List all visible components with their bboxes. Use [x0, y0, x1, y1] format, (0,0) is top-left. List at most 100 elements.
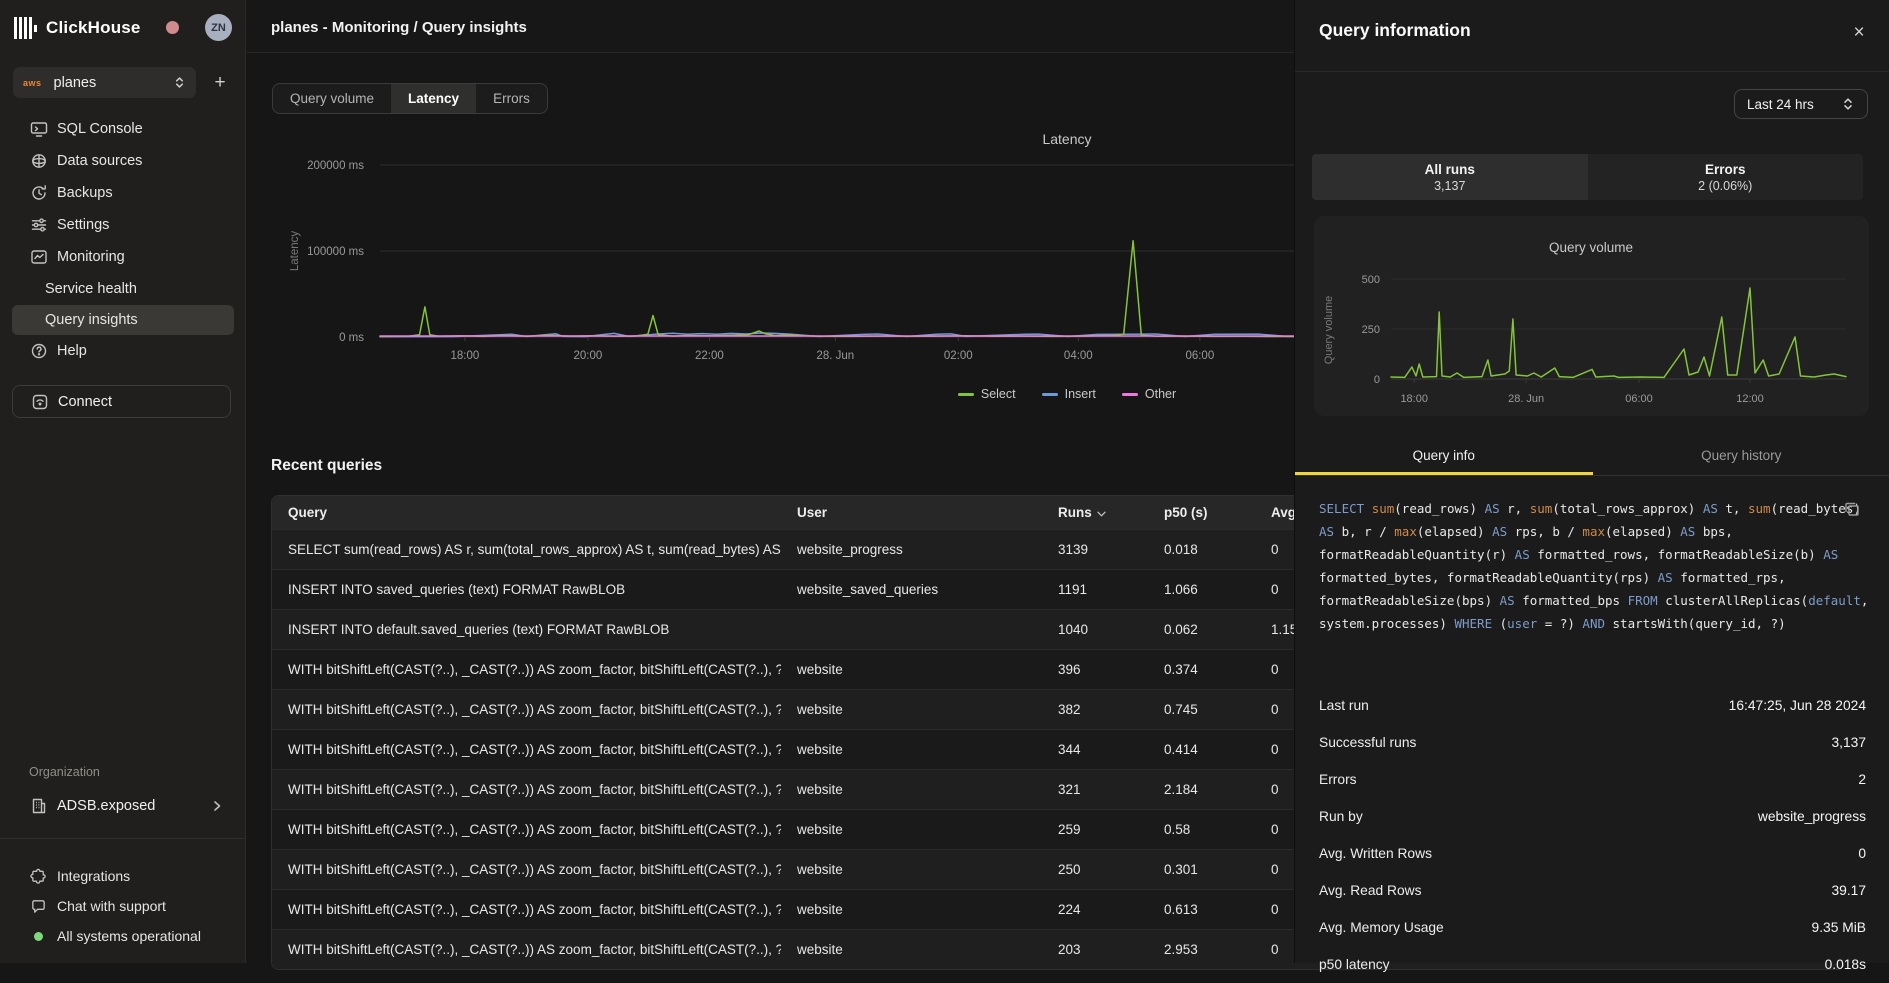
- panel-divider: [1295, 71, 1889, 72]
- service-selector[interactable]: aws planes: [13, 67, 196, 98]
- data-sources-icon: [30, 152, 48, 170]
- notification-dot: [166, 21, 179, 34]
- recent-queries-title: Recent queries: [271, 457, 382, 475]
- legend-label: Other: [1145, 387, 1176, 401]
- stat-row-avg-memory-usage: Avg. Memory Usage9.35 MiB: [1295, 909, 1889, 946]
- stat-row-p50-latency: p50 latency0.018s: [1295, 946, 1889, 983]
- sidebar-item-integrations[interactable]: Integrations: [0, 861, 246, 891]
- legend-item-select[interactable]: Select: [958, 387, 1016, 401]
- tab-latency[interactable]: Latency: [391, 84, 476, 113]
- chevron-right-icon: [210, 799, 224, 813]
- sidebar-item-label: Settings: [57, 217, 109, 233]
- column-p50: p50 (s): [1148, 496, 1255, 529]
- sidebar-item-query-insights[interactable]: Query insights: [12, 305, 234, 335]
- svg-text:100000 ms: 100000 ms: [307, 246, 364, 258]
- organization-item[interactable]: ADSB.exposed: [0, 790, 246, 822]
- connect-label: Connect: [58, 394, 112, 410]
- legend-swatch-insert: [1042, 393, 1058, 396]
- chevron-up-down-icon: [173, 76, 186, 89]
- sidebar-item-label: SQL Console: [57, 121, 143, 137]
- aws-icon: aws: [23, 78, 42, 88]
- legend-item-other[interactable]: Other: [1122, 387, 1176, 401]
- sidebar: ClickHouse ZN aws planes + SQL Console D…: [0, 0, 246, 963]
- stat-row-avg-written-rows: Avg. Written Rows0: [1295, 835, 1889, 872]
- column-user: User: [781, 496, 1042, 529]
- sort-desc-icon: [1097, 505, 1106, 520]
- tab-errors-count[interactable]: Errors 2 (0.06%): [1588, 154, 1864, 200]
- stat-row-errors: Errors2: [1295, 761, 1889, 798]
- svg-text:250: 250: [1362, 324, 1380, 336]
- tab-label: Errors: [1705, 162, 1746, 177]
- tab-label: All runs: [1425, 162, 1475, 177]
- connect-icon: [31, 393, 49, 411]
- clickhouse-logo-icon: [14, 17, 37, 39]
- close-icon[interactable]: ×: [1846, 20, 1872, 46]
- sidebar-item-label: Backups: [57, 185, 113, 201]
- summary-tabs: All runs 3,137 Errors 2 (0.06%): [1312, 154, 1863, 200]
- sidebar-item-chat-support[interactable]: Chat with support: [0, 891, 246, 921]
- service-name: planes: [54, 75, 173, 91]
- chart-view-tabs: Query volume Latency Errors: [272, 83, 548, 114]
- settings-icon: [30, 216, 48, 234]
- svg-text:06:00: 06:00: [1625, 393, 1653, 405]
- monitoring-icon: [30, 248, 48, 266]
- tab-query-info[interactable]: Query info: [1295, 437, 1593, 475]
- svg-text:22:00: 22:00: [695, 350, 724, 362]
- chevron-up-down-icon: [1841, 97, 1855, 111]
- chat-icon: [30, 898, 47, 915]
- svg-text:18:00: 18:00: [451, 350, 480, 362]
- column-runs[interactable]: Runs: [1042, 496, 1148, 529]
- query-volume-chart: 025050018:0028. Jun06:0012:00Query volum…: [1314, 216, 1869, 416]
- sidebar-item-data-sources[interactable]: Data sources: [0, 145, 246, 177]
- svg-text:28. Jun: 28. Jun: [816, 350, 854, 362]
- column-query: Query: [272, 496, 781, 529]
- sidebar-item-service-health[interactable]: Service health: [0, 273, 246, 305]
- stat-row-last-run: Last run16:47:25, Jun 28 2024: [1295, 687, 1889, 724]
- svg-text:18:00: 18:00: [1400, 393, 1428, 405]
- legend-label: Select: [981, 387, 1016, 401]
- svg-text:02:00: 02:00: [944, 350, 973, 362]
- sidebar-item-settings[interactable]: Settings: [0, 209, 246, 241]
- avatar[interactable]: ZN: [205, 14, 232, 41]
- time-range-select[interactable]: Last 24 hrs: [1734, 89, 1868, 119]
- sidebar-item-backups[interactable]: Backups: [0, 177, 246, 209]
- sidebar-item-label: Service health: [45, 281, 137, 297]
- footer-item-label: All systems operational: [57, 928, 201, 944]
- add-service-button[interactable]: +: [206, 69, 234, 97]
- organization-icon: [30, 797, 48, 815]
- legend-swatch-select: [958, 393, 974, 396]
- sidebar-item-sql-console[interactable]: SQL Console: [0, 113, 246, 145]
- svg-text:0: 0: [1374, 374, 1380, 386]
- svg-text:500: 500: [1362, 274, 1380, 286]
- sidebar-item-system-status[interactable]: All systems operational: [0, 921, 246, 951]
- sidebar-item-help[interactable]: Help: [0, 335, 246, 367]
- tab-query-history[interactable]: Query history: [1593, 437, 1889, 475]
- stat-row-run-by: Run bywebsite_progress: [1295, 798, 1889, 835]
- svg-text:12:00: 12:00: [1736, 393, 1764, 405]
- status-ok-icon: [34, 932, 43, 941]
- stat-row-successful-runs: Successful runs3,137: [1295, 724, 1889, 761]
- logo-text: ClickHouse: [46, 18, 141, 38]
- connect-button[interactable]: Connect: [12, 385, 231, 418]
- tab-value: 2 (0.06%): [1698, 179, 1752, 193]
- sidebar-item-label: Monitoring: [57, 249, 125, 265]
- footer-item-label: Integrations: [57, 868, 130, 884]
- backups-icon: [30, 184, 48, 202]
- svg-text:200000 ms: 200000 ms: [307, 160, 364, 172]
- clickhouse-logo[interactable]: ClickHouse: [14, 14, 141, 42]
- tab-query-volume[interactable]: Query volume: [273, 84, 391, 113]
- legend-swatch-other: [1122, 393, 1138, 396]
- sidebar-item-label: Help: [57, 343, 87, 359]
- console-icon: [30, 120, 48, 138]
- footer-item-label: Chat with support: [57, 898, 166, 914]
- tab-errors[interactable]: Errors: [476, 84, 547, 113]
- copy-icon[interactable]: [1843, 500, 1861, 518]
- stat-row-avg-read-rows: Avg. Read Rows39.17: [1295, 872, 1889, 909]
- sidebar-nav: SQL Console Data sources Backups Setting…: [0, 113, 246, 367]
- stats-list: Last run16:47:25, Jun 28 2024 Successful…: [1295, 687, 1889, 983]
- svg-text:Query volume: Query volume: [1323, 296, 1335, 364]
- sidebar-item-monitoring[interactable]: Monitoring: [0, 241, 246, 273]
- tab-all-runs[interactable]: All runs 3,137: [1312, 154, 1588, 200]
- legend-item-insert[interactable]: Insert: [1042, 387, 1096, 401]
- svg-text:Latency: Latency: [290, 231, 301, 272]
